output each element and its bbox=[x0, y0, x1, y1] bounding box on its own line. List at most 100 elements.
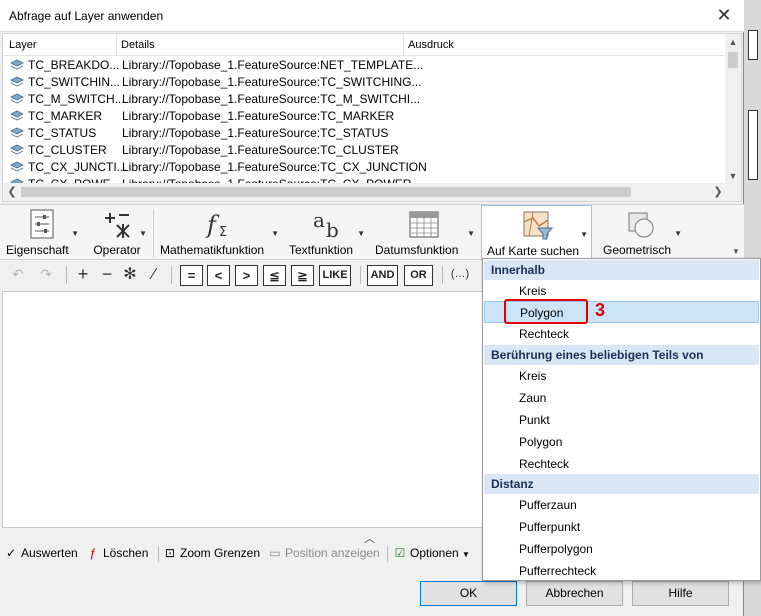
plus-icon[interactable]: + bbox=[72, 265, 94, 286]
greater-than-button[interactable]: > bbox=[235, 265, 258, 286]
less-than-button[interactable]: < bbox=[207, 265, 230, 286]
operator-icon bbox=[105, 213, 130, 238]
table-row[interactable]: TC_MARKER Library://Topobase_1.FeatureSo… bbox=[3, 108, 727, 125]
layer-stack-icon bbox=[10, 127, 24, 138]
auf-karte-suchen-button[interactable]: Auf Karte suchen ▼ bbox=[481, 205, 592, 261]
column-header-ausdruck[interactable]: Ausdruck bbox=[408, 39, 454, 51]
ok-button[interactable]: OK bbox=[420, 581, 517, 606]
datumsfunktion-label: Datumsfunktion bbox=[375, 243, 459, 257]
layer-name: TC_BREAKDO... bbox=[28, 58, 120, 72]
less-equal-button[interactable]: ≦ bbox=[263, 265, 286, 286]
textfunktion-button[interactable]: a b Textfunktion ▼ bbox=[284, 205, 368, 261]
vertical-scrollbar[interactable]: ▲ ▼ bbox=[725, 34, 741, 184]
menu-item-beruehrung-punkt[interactable]: Punkt bbox=[484, 409, 759, 431]
chevron-down-icon: ▼ bbox=[467, 229, 475, 238]
loeschen-button[interactable]: ƒ Löschen bbox=[86, 546, 149, 560]
close-icon[interactable]: ✕ bbox=[712, 4, 736, 26]
and-button[interactable]: AND bbox=[367, 265, 398, 286]
menu-item-beruehrung-kreis[interactable]: Kreis bbox=[484, 365, 759, 387]
chevron-down-icon: ▼ bbox=[71, 229, 79, 238]
properties-icon bbox=[30, 209, 54, 239]
like-button[interactable]: LIKE bbox=[319, 265, 351, 286]
layer-name: TC_CLUSTER bbox=[28, 143, 107, 157]
divide-icon[interactable]: ∕ bbox=[143, 265, 165, 286]
parentheses-button[interactable]: (…) bbox=[448, 265, 472, 286]
menu-section-innerhalb: Innerhalb bbox=[484, 260, 759, 280]
table-row[interactable]: TC_BREAKDO... Library://Topobase_1.Featu… bbox=[3, 57, 727, 74]
layer-name: TC_M_SWITCH... bbox=[28, 92, 125, 106]
multiply-icon[interactable]: ✻ bbox=[119, 265, 141, 286]
menu-item-beruehrung-rechteck[interactable]: Rechteck bbox=[484, 453, 759, 475]
table-row[interactable]: TC_CLUSTER Library://Topobase_1.FeatureS… bbox=[3, 142, 727, 159]
geometrisch-label: Geometrisch bbox=[603, 243, 672, 257]
auswerten-button[interactable]: ✓ Auswerten bbox=[4, 546, 78, 560]
loeschen-label: Löschen bbox=[103, 546, 149, 560]
optionen-label: Optionen bbox=[410, 546, 459, 560]
or-button[interactable]: OR bbox=[404, 265, 433, 286]
menu-section-beruehrung: Berührung eines beliebigen Teils von bbox=[484, 345, 759, 365]
table-row[interactable]: TC_M_SWITCH... Library://Topobase_1.Feat… bbox=[3, 91, 727, 108]
auswerten-label: Auswerten bbox=[21, 546, 78, 560]
eigenschaft-button[interactable]: Eigenschaft ▼ bbox=[2, 205, 82, 261]
optionen-button[interactable]: ☑ Optionen ▼ bbox=[393, 546, 470, 560]
layer-details: Library://Topobase_1.FeatureSource:TC_CL… bbox=[122, 143, 399, 157]
auf-karte-suchen-label: Auf Karte suchen bbox=[487, 244, 580, 258]
chevron-down-icon: ▼ bbox=[674, 229, 682, 238]
geometry-icon bbox=[628, 212, 654, 238]
operator-button[interactable]: Operator ▼ bbox=[84, 205, 150, 261]
layer-details: Library://Topobase_1.FeatureSource:TC_M_… bbox=[122, 92, 421, 106]
undo-icon[interactable]: ↶ bbox=[7, 265, 29, 286]
table-row[interactable]: TC_SWITCHIN... Library://Topobase_1.Feat… bbox=[3, 74, 727, 91]
redo-icon[interactable]: ↷ bbox=[35, 265, 57, 286]
math-function-icon: f Σ bbox=[205, 211, 227, 239]
scroll-up-icon[interactable]: ▲ bbox=[725, 34, 741, 50]
chevron-down-icon: ▼ bbox=[462, 550, 470, 559]
table-row[interactable]: TC_STATUS Library://Topobase_1.FeatureSo… bbox=[3, 125, 727, 142]
svg-text:Σ: Σ bbox=[219, 225, 227, 239]
menu-item-pufferzaun[interactable]: Pufferzaun bbox=[484, 494, 759, 516]
menu-item-beruehrung-zaun[interactable]: Zaun bbox=[484, 387, 759, 409]
menu-item-beruehrung-polygon[interactable]: Polygon bbox=[484, 431, 759, 453]
datumsfunktion-button[interactable]: Datumsfunktion ▼ bbox=[370, 205, 478, 261]
scroll-left-icon[interactable]: ❮ bbox=[3, 183, 21, 201]
position-anzeigen-button[interactable]: ▭ Position anzeigen bbox=[268, 546, 380, 560]
layer-details: Library://Topobase_1.FeatureSource:TC_MA… bbox=[122, 109, 395, 123]
layer-name: TC_SWITCHIN... bbox=[28, 75, 120, 89]
greater-equal-button[interactable]: ≧ bbox=[291, 265, 314, 286]
ribbon-overflow-icon[interactable]: ▼ bbox=[732, 247, 740, 256]
scroll-right-icon[interactable]: ❯ bbox=[709, 183, 727, 201]
abbrechen-button[interactable]: Abbrechen bbox=[526, 581, 623, 606]
scroll-thumb-horizontal[interactable] bbox=[21, 187, 631, 197]
position-icon: ▭ bbox=[269, 546, 281, 560]
clear-function-icon: ƒ bbox=[89, 546, 97, 560]
operator-label: Operator bbox=[93, 243, 141, 257]
geometrisch-button[interactable]: Geometrisch ▼ bbox=[596, 205, 686, 261]
horizontal-scrollbar[interactable]: ❮ ❯ bbox=[3, 183, 741, 201]
scroll-down-icon[interactable]: ▼ bbox=[725, 168, 741, 184]
menu-item-pufferpolygon[interactable]: Pufferpolygon bbox=[484, 538, 759, 560]
menu-item-pufferrechteck[interactable]: Pufferrechteck bbox=[484, 560, 759, 582]
textfunktion-label: Textfunktion bbox=[289, 243, 354, 257]
svg-text:f: f bbox=[205, 211, 220, 239]
menu-item-innerhalb-rechteck[interactable]: Rechteck bbox=[484, 323, 759, 345]
layer-list[interactable]: Layer Details Ausdruck TC_BREAKDO... Lib… bbox=[2, 33, 742, 202]
column-header-details[interactable]: Details bbox=[121, 39, 155, 51]
checkbox-options-icon: ☑ bbox=[394, 546, 406, 560]
minus-icon[interactable]: − bbox=[96, 265, 118, 286]
layer-details: Library://Topobase_1.FeatureSource:TC_ST… bbox=[122, 126, 389, 140]
scroll-thumb[interactable] bbox=[728, 52, 738, 68]
svg-text:a: a bbox=[313, 209, 325, 232]
dialog-title: Abfrage auf Layer anwenden bbox=[9, 9, 164, 23]
mathematikfunktion-button[interactable]: f Σ Mathematikfunktion ▼ bbox=[156, 205, 282, 261]
column-header-layer[interactable]: Layer bbox=[9, 39, 37, 51]
zoom-grenzen-button[interactable]: ⊡ Zoom Grenzen bbox=[163, 546, 260, 560]
table-row[interactable]: TC_CX_JUNCTI... Library://Topobase_1.Fea… bbox=[3, 159, 727, 176]
hilfe-button[interactable]: Hilfe bbox=[632, 581, 729, 606]
layer-name: TC_STATUS bbox=[28, 126, 97, 140]
equals-button[interactable]: = bbox=[180, 265, 203, 286]
menu-item-pufferpunkt[interactable]: Pufferpunkt bbox=[484, 516, 759, 538]
map-filter-icon bbox=[523, 211, 553, 240]
position-anzeigen-label: Position anzeigen bbox=[285, 546, 380, 560]
text-function-icon: a b bbox=[313, 209, 339, 239]
layer-stack-icon bbox=[10, 110, 24, 121]
